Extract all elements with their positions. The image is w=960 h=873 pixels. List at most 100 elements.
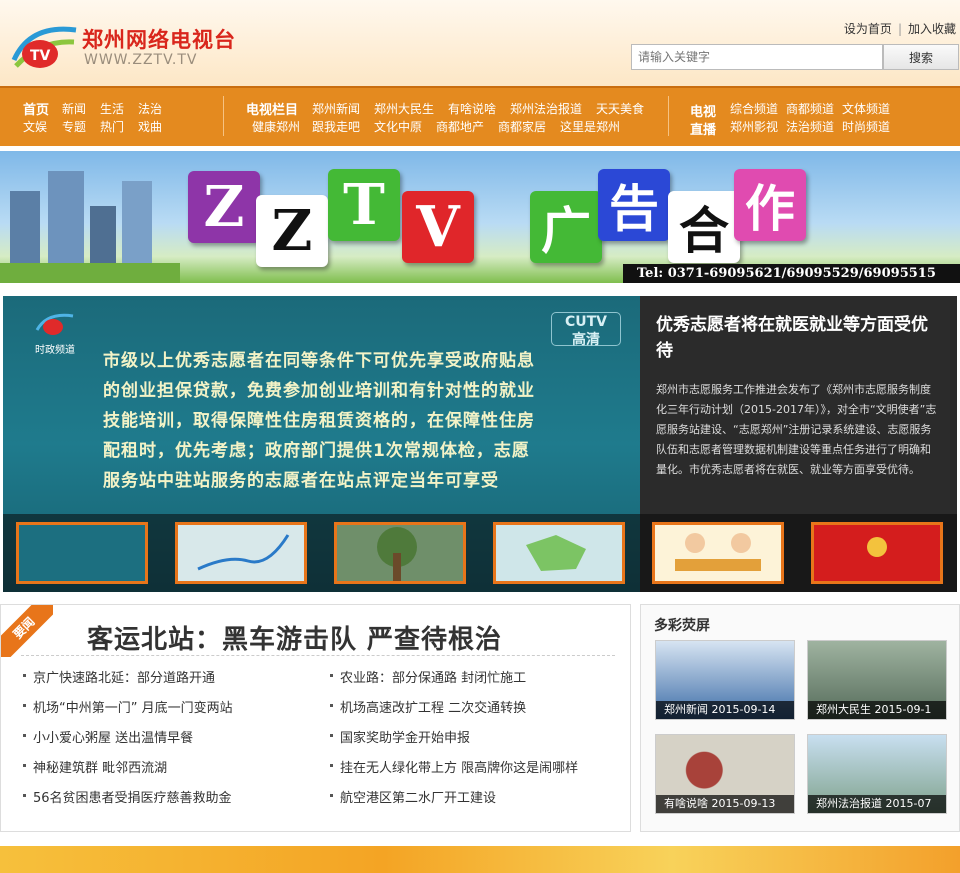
nav-zz-livelihood[interactable]: 郑州大民生 <box>374 100 434 117</box>
bottom-banner[interactable] <box>0 846 960 873</box>
thumbnail-5[interactable] <box>652 522 784 584</box>
nav-special[interactable]: 专题 <box>62 118 86 135</box>
video-thumb-1[interactable]: 郑州新闻 2015-09-14 <box>655 640 795 720</box>
nav-law[interactable]: 法治 <box>138 100 162 117</box>
news-tag-corner: 要闻 <box>1 605 53 657</box>
cutv-badge: CUTV 高清 <box>551 312 621 348</box>
nav-speak-out[interactable]: 有啥说啥 <box>448 100 496 117</box>
news-item[interactable]: 挂在无人绿化带上方 限高牌你这是闹哪样 <box>328 757 578 776</box>
thumbnail-3[interactable] <box>334 522 466 584</box>
nav-hot[interactable]: 热门 <box>100 118 124 135</box>
news-item[interactable]: 56名贫困患者受捐医疗慈善救助金 <box>21 787 232 806</box>
nav-home-furnishing[interactable]: 商都家居 <box>498 118 546 135</box>
site-logo[interactable]: TV <box>10 20 80 76</box>
nav-channel-general[interactable]: 综合频道 <box>730 100 778 117</box>
city-skyline-image <box>0 171 180 283</box>
video-subtitle-text: 市级以上优秀志愿者在同等条件下可优先享受政府贴息的创业担保贷款，免费参加创业培训… <box>103 351 535 491</box>
cartoon-image <box>675 533 761 571</box>
nav-channel-sports[interactable]: 文体频道 <box>842 100 890 117</box>
news-item[interactable]: 国家奖助学金开始申报 <box>328 727 470 746</box>
nav-zz-news[interactable]: 郑州新闻 <box>312 100 360 117</box>
nav-news[interactable]: 新闻 <box>62 100 86 117</box>
emblem-image <box>867 537 887 557</box>
nav-channel-law[interactable]: 法治频道 <box>786 118 834 135</box>
nav-realestate[interactable]: 商都地产 <box>436 118 484 135</box>
feature-summary: 优秀志愿者将在就医就业等方面受优待 郑州市志愿服务工作推进会发布了《郑州市志愿服… <box>640 296 957 514</box>
main-nav: 首页 新闻 生活 法治 文娱 专题 热门 戏曲 电视栏目 郑州新闻 郑州大民生 … <box>0 86 960 146</box>
site-header: TV 郑州网络电视台 WWW.ZZTV.TV 设为首页 | 加入收藏 搜索 <box>0 0 960 86</box>
video-caption: 郑州法治报道 2015-07 <box>808 795 946 813</box>
nav-this-is-zz[interactable]: 这里是郑州 <box>560 118 620 135</box>
news-item[interactable]: 农业路：部分保通路 封闭忙施工 <box>328 667 526 686</box>
tv-logo-icon: TV <box>11 26 77 68</box>
news-item[interactable]: 京广快速路北延：部分道路开通 <box>21 667 215 686</box>
news-item[interactable]: 机场高速改扩工程 二次交通转换 <box>328 697 526 716</box>
nav-divider <box>223 96 224 136</box>
nav-opera[interactable]: 戏曲 <box>138 118 162 135</box>
colorful-screen-panel: 多彩荧屏 郑州新闻 2015-09-14 郑州大民生 2015-09-1 有啥说… <box>640 604 960 832</box>
nav-home[interactable]: 首页 <box>23 99 49 118</box>
video-thumb-4[interactable]: 郑州法治报道 2015-07 <box>807 734 947 814</box>
video-thumb-2[interactable]: 郑州大民生 2015-09-1 <box>807 640 947 720</box>
thumbnail-4[interactable] <box>493 522 625 584</box>
feature-area: 时政频道 CUTV 高清 市级以上优秀志愿者在同等条件下可优先享受政府贴息的创业… <box>3 296 957 592</box>
nav-channel-fashion[interactable]: 时尚频道 <box>842 118 890 135</box>
feature-description: 郑州市志愿服务工作推进会发布了《郑州市志愿服务制度化三年行动计划（2015-20… <box>656 383 937 476</box>
cutv-badge-bottom: 高清 <box>572 332 600 348</box>
ad-banner[interactable]: Z Z T V 广 告 合 作 Tel: 0371-69095621/69095… <box>0 151 960 283</box>
banner-telephone: Tel: 0371-69095621/69095529/69095515 <box>623 264 960 283</box>
news-item[interactable]: 机场“中州第一门” 月底一门变两站 <box>21 697 233 716</box>
news-section: 要闻 客运北站：黑车游击队 严查待根治 京广快速路北延：部分道路开通 机场“中州… <box>0 604 631 832</box>
panel-title: 多彩荧屏 <box>654 618 710 634</box>
banner-word-zuo: 作 <box>734 169 806 241</box>
top-links: 设为首页 | 加入收藏 <box>844 20 956 37</box>
nav-entertainment[interactable]: 文娱 <box>23 118 47 135</box>
nav-culture[interactable]: 文化中原 <box>374 118 422 135</box>
banner-letter-z1: Z <box>188 171 260 243</box>
headline-divider <box>21 655 615 656</box>
video-caption: 郑州大民生 2015-09-1 <box>808 701 946 719</box>
link-separator: | <box>897 22 902 36</box>
news-headline[interactable]: 客运北站：黑车游击队 严查待根治 <box>87 619 502 656</box>
thumbnail-6[interactable] <box>811 522 943 584</box>
nav-divider <box>668 96 669 136</box>
nav-law-report[interactable]: 郑州法治报道 <box>510 100 582 117</box>
search-button[interactable]: 搜索 <box>883 44 959 70</box>
banner-word-he: 合 <box>668 191 740 263</box>
nav-follow-me[interactable]: 跟我走吧 <box>312 118 360 135</box>
thumbnail-1[interactable] <box>16 522 148 584</box>
search-input[interactable] <box>631 44 883 70</box>
tv-channel-icon <box>35 313 74 335</box>
news-item[interactable]: 神秘建筑群 毗邻西流湖 <box>21 757 167 776</box>
channel-logo: 时政频道 <box>25 310 85 356</box>
site-url: WWW.ZZTV.TV <box>84 52 198 68</box>
feature-headline[interactable]: 优秀志愿者将在就医就业等方面受优待 <box>656 312 941 364</box>
nav-live-title-top: 电视 <box>690 105 717 120</box>
banner-letter-v: V <box>402 191 474 263</box>
thumbnail-2[interactable] <box>175 522 307 584</box>
district-map-image <box>526 535 586 571</box>
video-thumb-3[interactable]: 有啥说啥 2015-09-13 <box>655 734 795 814</box>
set-home-link[interactable]: 设为首页 <box>844 22 892 36</box>
banner-word-gao: 告 <box>598 169 670 241</box>
news-item[interactable]: 航空港区第二水厂开工建设 <box>328 787 496 806</box>
banner-letter-t: T <box>328 169 400 241</box>
svg-text:TV: TV <box>30 48 51 64</box>
news-item[interactable]: 小小爱心粥屋 送出温情早餐 <box>21 727 193 746</box>
video-caption: 郑州新闻 2015-09-14 <box>656 701 794 719</box>
nav-live-title-bottom: 直播 <box>690 123 717 138</box>
tree-photo-image <box>377 527 417 581</box>
nav-tv-columns-title: 电视栏目 <box>246 103 299 118</box>
nav-channel-shangdu[interactable]: 商都频道 <box>786 100 834 117</box>
nav-daily-food[interactable]: 天天美食 <box>596 100 644 117</box>
nav-health[interactable]: 健康郑州 <box>252 118 300 135</box>
nav-channel-film[interactable]: 郑州影视 <box>730 118 778 135</box>
nav-life[interactable]: 生活 <box>100 100 124 117</box>
route-map-image <box>197 534 290 571</box>
cutv-badge-top: CUTV <box>564 314 608 330</box>
add-favorite-link[interactable]: 加入收藏 <box>908 22 956 36</box>
thumbnail-strip <box>3 514 957 592</box>
video-caption: 有啥说啥 2015-09-13 <box>656 795 794 813</box>
banner-word-guang: 广 <box>530 191 602 263</box>
news-tag: 要闻 <box>1 605 53 657</box>
